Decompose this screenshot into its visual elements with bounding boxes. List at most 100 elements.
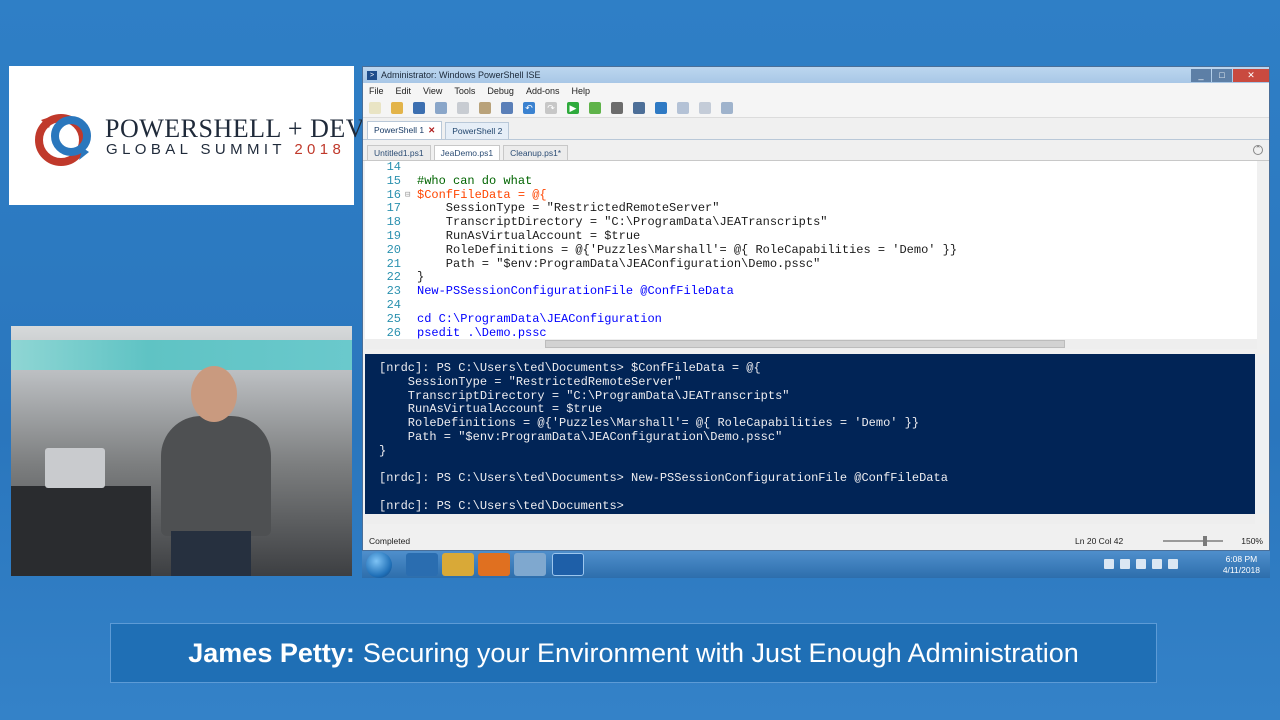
fold-toggle-icon xyxy=(405,313,417,327)
tab-powershell-1[interactable]: PowerShell 1 ✕ xyxy=(367,121,443,139)
console-line: TranscriptDirectory = "C:\ProgramData\JE… xyxy=(379,388,790,403)
zoom-icon[interactable] xyxy=(721,101,733,114)
script-line[interactable]: 15 #who can do what xyxy=(365,174,1257,189)
console-output[interactable]: [nrdc]: PS C:\Users\ted\Documents> $Conf… xyxy=(365,354,1255,514)
fold-toggle-icon xyxy=(405,216,417,230)
minimize-button[interactable]: _ xyxy=(1191,68,1211,82)
script-pane[interactable]: 14 15 #who can do what 16 ⊟ $ConfFileData = @… xyxy=(365,161,1257,347)
open-icon[interactable] xyxy=(391,101,403,114)
maximize-button[interactable]: □ xyxy=(1212,68,1232,82)
close-button[interactable]: ✕ xyxy=(1233,68,1269,82)
clock-date: 4/11/2018 xyxy=(1222,565,1260,575)
script-line[interactable]: 14 xyxy=(365,161,1257,175)
script-line[interactable]: 20 RoleDefinitions = @{'Puzzles\Marshall… xyxy=(365,243,1257,258)
script-line-text: $ConfFileData = @{ xyxy=(417,187,547,202)
speaker-name: James Petty: xyxy=(188,637,355,668)
console-line: [nrdc]: PS C:\Users\ted\Documents> xyxy=(379,498,624,513)
script-line[interactable]: 22} xyxy=(365,271,1257,285)
window-controls: _ □ ✕ xyxy=(1190,68,1269,82)
explorer-icon[interactable] xyxy=(442,553,474,576)
fold-toggle-icon[interactable]: ⊟ xyxy=(405,189,417,203)
layout-icon[interactable] xyxy=(677,101,689,114)
script-horizontal-scrollbar[interactable] xyxy=(365,339,1257,349)
console-line: SessionType = "RestrictedRemoteServer" xyxy=(379,374,682,389)
menu-view[interactable]: View xyxy=(423,86,442,96)
menu-bar: File Edit View Tools Debug Add-ons Help xyxy=(363,83,1269,98)
script-line[interactable]: 24 xyxy=(365,298,1257,313)
media-player-icon[interactable] xyxy=(478,553,510,576)
tab-label: PowerShell 1 xyxy=(374,125,425,135)
line-number: 21 xyxy=(386,256,401,271)
script-line[interactable]: 23 New-PSSessionConfigurationFile @ConfFi… xyxy=(365,284,1257,299)
tab-jeademo[interactable]: JeaDemo.ps1 xyxy=(433,145,501,160)
tab-cleanup[interactable]: Cleanup.ps1* xyxy=(503,145,569,160)
script-code[interactable]: 14 15 #who can do what 16 ⊟ $ConfFileData = @… xyxy=(365,161,1257,340)
start-button[interactable] xyxy=(366,552,392,578)
fold-toggle-icon xyxy=(405,230,417,244)
tab-untitled1[interactable]: Untitled1.ps1 xyxy=(367,145,431,160)
ie-icon[interactable] xyxy=(406,553,438,576)
console-line: [nrdc]: PS C:\Users\ted\Documents> $Conf… xyxy=(379,361,761,375)
save-icon[interactable] xyxy=(413,101,425,114)
console-line: RoleDefinitions = @{'Puzzles\Marshall'= … xyxy=(379,416,920,431)
console-vertical-scrollbar[interactable] xyxy=(1255,354,1267,514)
network-icon[interactable] xyxy=(1136,559,1146,569)
script-line[interactable]: 25 cd C:\ProgramData\JEAConfiguration xyxy=(365,311,1257,327)
video-speaker-body xyxy=(161,416,271,536)
line-number: 25 xyxy=(386,311,401,326)
menu-tools[interactable]: Tools xyxy=(454,86,475,96)
powershell-ise-icon[interactable] xyxy=(552,553,584,576)
run-selection-icon[interactable] xyxy=(589,101,601,114)
fold-toggle-icon xyxy=(405,202,417,216)
line-number: 16 xyxy=(386,187,401,202)
window-title: Administrator: Windows PowerShell ISE xyxy=(381,70,541,80)
tray-arrow-icon[interactable] xyxy=(1104,559,1114,569)
flag-icon[interactable] xyxy=(1120,559,1130,569)
console-horizontal-scrollbar[interactable] xyxy=(365,514,1255,524)
volume-icon[interactable] xyxy=(1168,559,1178,569)
scrollbar-thumb[interactable] xyxy=(545,340,1065,348)
new-icon[interactable] xyxy=(369,101,381,114)
script-line[interactable]: 18 TranscriptDirectory = "C:\ProgramData… xyxy=(365,215,1257,230)
clear-icon[interactable] xyxy=(501,101,513,114)
script-line-text: Path = "$env:ProgramData\JEAConfiguratio… xyxy=(417,256,821,271)
script-vertical-scrollbar[interactable] xyxy=(1257,161,1269,347)
cut-icon[interactable] xyxy=(435,101,447,114)
gear-logo-icon xyxy=(35,114,91,166)
notepad-icon[interactable] xyxy=(514,553,546,576)
menu-help[interactable]: Help xyxy=(571,86,590,96)
stop-icon[interactable] xyxy=(611,101,623,114)
script-line[interactable]: 19 RunAsVirtualAccount = $true xyxy=(365,229,1257,244)
zoom-slider[interactable] xyxy=(1163,536,1224,546)
menu-debug[interactable]: Debug xyxy=(487,86,514,96)
redo-icon[interactable]: ↷ xyxy=(545,101,557,114)
menu-addons[interactable]: Add-ons xyxy=(526,86,560,96)
pane-icon[interactable] xyxy=(699,101,711,114)
script-line[interactable]: 17 SessionType = "RestrictedRemoteServer… xyxy=(365,202,1257,216)
remote-icon[interactable] xyxy=(633,101,645,114)
undo-icon[interactable]: ↶ xyxy=(523,101,535,114)
menu-edit[interactable]: Edit xyxy=(396,86,412,96)
window-titlebar: > Administrator: Windows PowerShell ISE … xyxy=(363,67,1269,83)
paste-icon[interactable] xyxy=(479,101,491,114)
collapse-pane-icon[interactable]: ⌃ xyxy=(1253,145,1263,155)
talk-title: Securing your Environment with Just Enou… xyxy=(362,637,1079,668)
copy-icon[interactable] xyxy=(457,101,469,114)
console-pane[interactable]: [nrdc]: PS C:\Users\ted\Documents> $Conf… xyxy=(365,354,1255,514)
logo-year: 2018 xyxy=(294,141,346,158)
tab-powershell-2[interactable]: PowerShell 2 xyxy=(445,122,510,139)
display-icon[interactable] xyxy=(1152,559,1162,569)
run-icon[interactable]: ▶ xyxy=(567,101,579,114)
fold-toggle-icon xyxy=(405,161,417,175)
console-line: Path = "$env:ProgramData\JEAConfiguratio… xyxy=(379,429,783,444)
script-line[interactable]: 21 Path = "$env:ProgramData\JEAConfigura… xyxy=(365,256,1257,272)
line-number: 23 xyxy=(386,284,401,299)
start-powershell-icon[interactable] xyxy=(655,101,667,114)
close-tab-icon[interactable]: ✕ xyxy=(428,125,435,136)
script-line[interactable]: 16 ⊟ $ConfFileData = @{ xyxy=(365,187,1257,203)
menu-file[interactable]: File xyxy=(369,86,384,96)
powershell-icon: > xyxy=(367,70,377,80)
clock[interactable]: 6:08 PM 4/11/2018 xyxy=(1223,554,1260,576)
cursor-position: Ln 20 Col 42 xyxy=(1075,536,1124,546)
